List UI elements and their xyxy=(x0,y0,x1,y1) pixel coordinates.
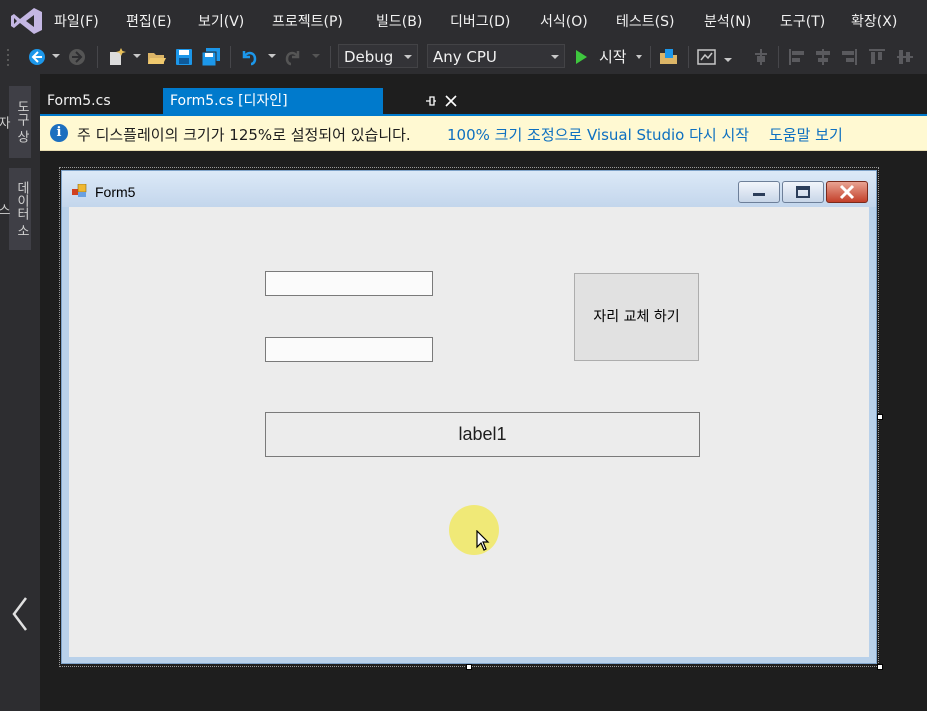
align-tops-icon[interactable] xyxy=(868,48,886,66)
resize-handle-bottom-right[interactable] xyxy=(877,664,883,670)
close-icon xyxy=(839,184,855,200)
menu-file[interactable]: 파일(F) xyxy=(54,11,99,31)
document-tab-strip: Form5.cs Form5.cs [디자인] xyxy=(40,88,927,116)
data-sources-tab[interactable]: 데이터 소스 xyxy=(0,168,31,250)
pin-icon[interactable] xyxy=(425,95,437,107)
textbox-1[interactable] xyxy=(265,271,433,296)
menu-project[interactable]: 프로젝트(P) xyxy=(272,11,343,31)
new-project-icon[interactable] xyxy=(107,48,127,66)
chevron-down-icon xyxy=(551,55,559,59)
tab-label: Form5.cs xyxy=(47,93,111,109)
close-icon[interactable] xyxy=(445,95,457,107)
form-window[interactable]: Form5 자리 교체 하기 label1 xyxy=(61,170,877,664)
chevron-left-icon[interactable] xyxy=(8,594,32,634)
toolbar-grip-icon[interactable] xyxy=(6,48,10,66)
align-middles-icon[interactable] xyxy=(896,48,914,66)
tab-label: Form5.cs [디자인] xyxy=(170,93,288,109)
toolbar-separator xyxy=(330,46,331,68)
start-label: 시작 xyxy=(599,48,627,66)
cursor-highlight xyxy=(449,505,499,555)
menu-view[interactable]: 보기(V) xyxy=(198,11,244,31)
format-dropdown-icon[interactable] xyxy=(724,58,732,63)
save-icon[interactable] xyxy=(175,48,193,66)
resize-handle-bottom[interactable] xyxy=(466,664,472,670)
help-link[interactable]: 도움말 보기 xyxy=(769,124,843,145)
form-app-icon xyxy=(72,184,87,197)
menu-analyze[interactable]: 분석(N) xyxy=(704,11,751,31)
side-tool-strip: 도구 상자 데이터 소스 xyxy=(0,74,40,711)
align-rights-icon[interactable] xyxy=(840,48,858,66)
new-project-dropdown-icon[interactable] xyxy=(133,54,141,59)
toolbar-separator xyxy=(97,46,98,68)
format-window-icon[interactable] xyxy=(697,48,717,66)
toolbox-tab-label: 도구 상자 xyxy=(0,100,29,144)
back-dropdown-icon[interactable] xyxy=(52,54,60,59)
swap-button[interactable]: 자리 교체 하기 xyxy=(574,273,699,361)
undo-dropdown-icon[interactable] xyxy=(268,54,276,59)
label-1[interactable]: label1 xyxy=(265,412,700,457)
form-title-bar[interactable]: Form5 xyxy=(62,171,876,207)
data-sources-tab-label: 데이터 소스 xyxy=(0,180,29,238)
form-client-area[interactable]: 자리 교체 하기 label1 xyxy=(69,207,869,657)
menu-bar: 파일(F) 편집(E) 보기(V) 프로젝트(P) 빌드(B) 디버그(D) 서… xyxy=(0,0,927,40)
align-lefts-icon[interactable] xyxy=(788,48,806,66)
info-bar: i 주 디스플레이의 크기가 125%로 설정되어 있습니다. 100% 크기 … xyxy=(40,116,927,151)
navigate-back-icon[interactable] xyxy=(28,48,46,66)
tab-form5-designer[interactable]: Form5.cs [디자인] xyxy=(163,88,457,114)
tab-form5-code[interactable]: Form5.cs xyxy=(40,88,160,114)
find-in-files-icon[interactable] xyxy=(659,48,679,66)
mouse-pointer-icon xyxy=(476,530,490,551)
solution-configuration-value: Debug xyxy=(344,48,394,66)
menu-format[interactable]: 서식(O) xyxy=(540,11,588,31)
maximize-icon xyxy=(796,186,810,198)
menu-tools[interactable]: 도구(T) xyxy=(780,11,825,31)
toolbar-separator xyxy=(688,46,689,68)
visual-studio-logo-icon[interactable] xyxy=(10,6,44,36)
solution-platform-select[interactable]: Any CPU xyxy=(427,44,565,68)
menu-edit[interactable]: 편집(E) xyxy=(126,11,172,31)
navigate-forward-icon[interactable] xyxy=(68,48,86,66)
info-icon: i xyxy=(50,124,68,142)
menu-build[interactable]: 빌드(B) xyxy=(376,11,422,31)
save-all-icon[interactable] xyxy=(201,48,221,66)
toolbar-separator xyxy=(650,46,651,68)
toolbar-separator xyxy=(230,46,231,68)
play-icon xyxy=(576,50,587,64)
solution-configuration-select[interactable]: Debug xyxy=(338,44,418,68)
align-to-grid-icon[interactable] xyxy=(752,48,770,66)
restart-at-100-percent-link[interactable]: 100% 크기 조정으로 Visual Studio 다시 시작 xyxy=(447,124,749,145)
resize-handle-right[interactable] xyxy=(877,414,883,420)
close-window-button[interactable] xyxy=(826,181,868,203)
menu-debug[interactable]: 디버그(D) xyxy=(450,11,510,31)
menu-extensions[interactable]: 확장(X) xyxy=(851,11,897,31)
standard-toolbar: Debug Any CPU 시작 xyxy=(0,40,927,74)
minimize-button[interactable] xyxy=(738,181,780,203)
redo-dropdown-icon[interactable] xyxy=(312,54,320,59)
toolbar-separator xyxy=(778,46,779,68)
chevron-down-icon xyxy=(404,55,412,59)
toolbox-tab[interactable]: 도구 상자 xyxy=(0,86,31,158)
menu-test[interactable]: 테스트(S) xyxy=(616,11,674,31)
solution-platform-value: Any CPU xyxy=(433,48,497,66)
align-centers-icon[interactable] xyxy=(814,48,832,66)
start-dropdown-icon[interactable] xyxy=(636,55,642,59)
maximize-button[interactable] xyxy=(782,181,824,203)
info-message: 주 디스플레이의 크기가 125%로 설정되어 있습니다. xyxy=(77,126,411,144)
undo-icon[interactable] xyxy=(240,48,258,66)
open-file-icon[interactable] xyxy=(147,48,167,66)
redo-icon[interactable] xyxy=(284,48,302,66)
minimize-icon xyxy=(753,193,765,196)
form-title: Form5 xyxy=(95,184,136,200)
textbox-2[interactable] xyxy=(265,337,433,362)
